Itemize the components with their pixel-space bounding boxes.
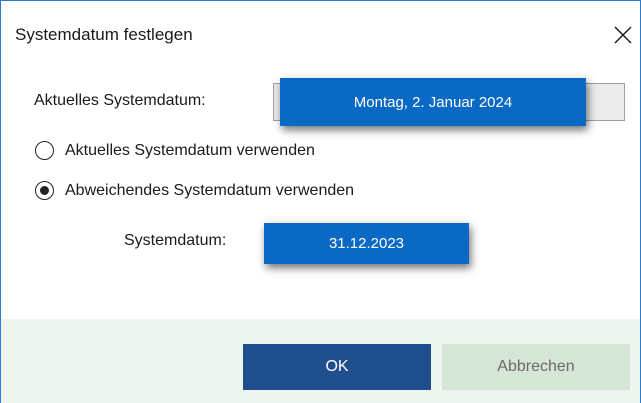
current-date-value: Montag, 2. Januar 2024 bbox=[280, 78, 586, 126]
system-date-input[interactable]: 31.12.2023 bbox=[264, 223, 469, 264]
radio-button-unchecked[interactable] bbox=[35, 141, 54, 160]
close-button[interactable] bbox=[606, 15, 640, 55]
dialog-title: Systemdatum festlegen bbox=[15, 25, 193, 44]
radio-use-custom-date[interactable]: Abweichendes Systemdatum verwenden bbox=[35, 181, 354, 200]
cancel-button[interactable]: Abbrechen bbox=[442, 344, 630, 390]
system-date-label: Systemdatum: bbox=[124, 232, 227, 249]
radio-use-current-date[interactable]: Aktuelles Systemdatum verwenden bbox=[35, 141, 315, 160]
dialog-window: Systemdatum festlegen Aktuelles Systemda… bbox=[0, 0, 641, 403]
current-date-label: Aktuelles Systemdatum: bbox=[34, 92, 206, 109]
title-bar: Systemdatum festlegen bbox=[1, 1, 640, 67]
radio-label-use-current: Aktuelles Systemdatum verwenden bbox=[65, 141, 315, 159]
ok-button[interactable]: OK bbox=[243, 344, 431, 390]
radio-button-checked[interactable] bbox=[35, 181, 54, 200]
radio-label-use-custom: Abweichendes Systemdatum verwenden bbox=[65, 181, 355, 199]
close-icon bbox=[614, 26, 632, 44]
